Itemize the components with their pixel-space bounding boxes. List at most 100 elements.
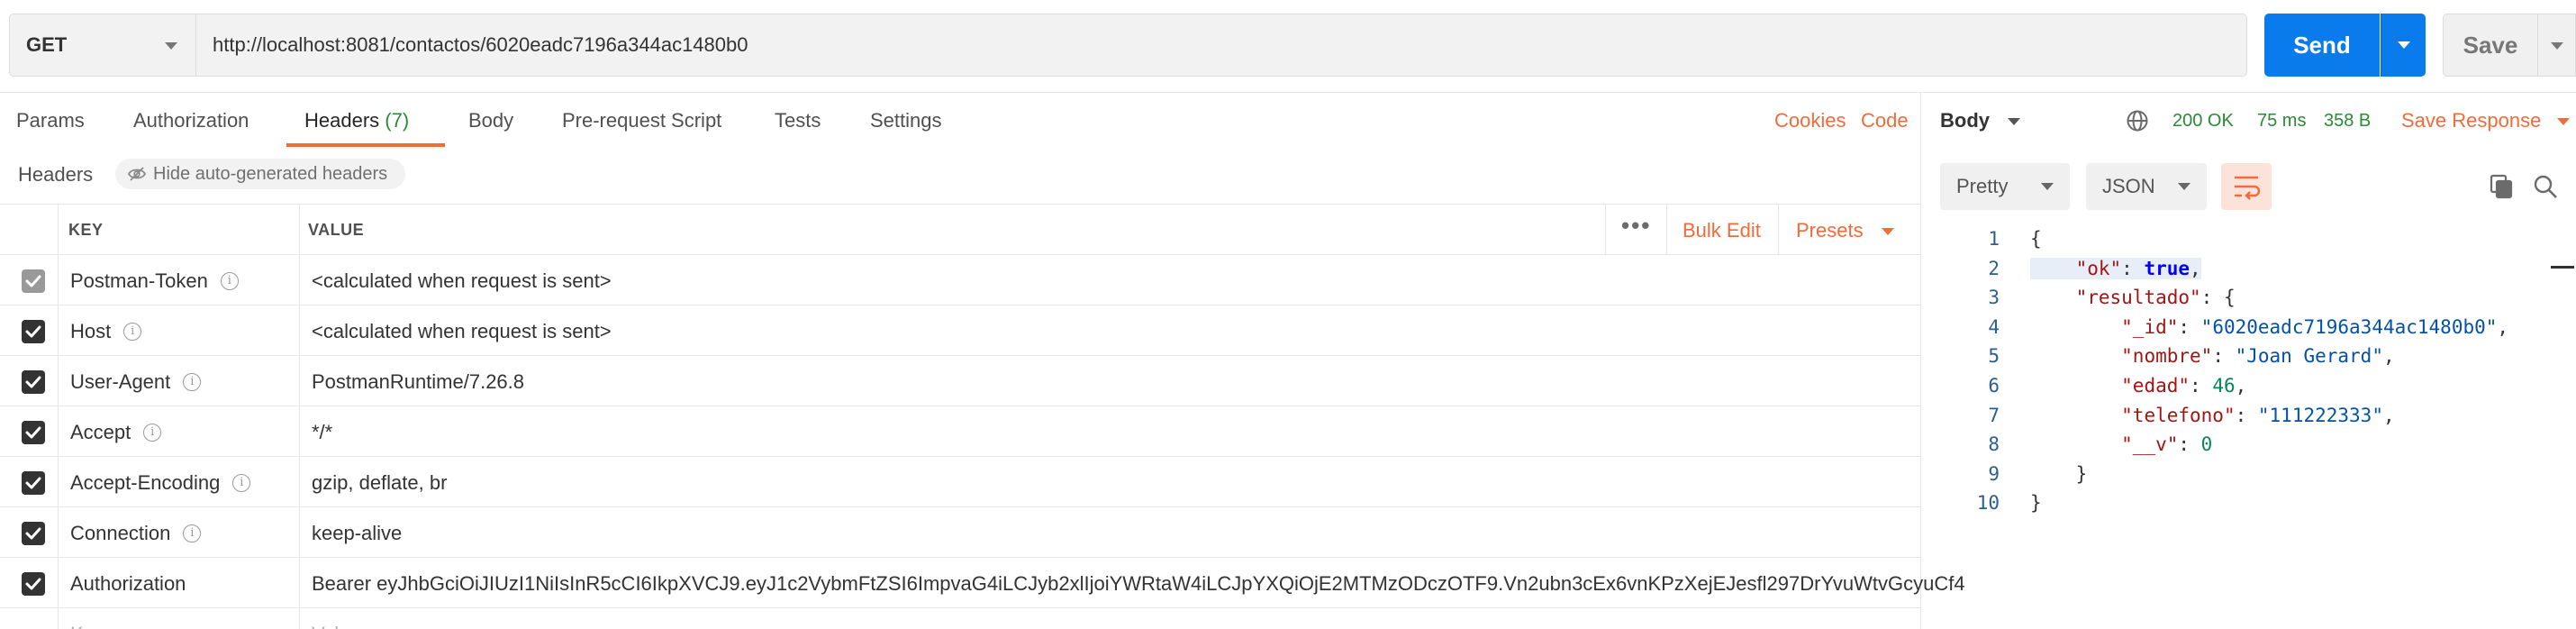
hide-auto-headers-toggle[interactable]: Hide auto-generated headers	[115, 159, 406, 189]
tab-tests[interactable]: Tests	[775, 109, 821, 132]
wrap-lines-button[interactable]	[2221, 163, 2272, 210]
tab-pre-request-script[interactable]: Pre-request Script	[562, 109, 721, 132]
code-line: 3 "resultado": {	[1922, 283, 2576, 313]
new-header-key-input[interactable]: Key	[70, 623, 104, 629]
checkmark-icon	[25, 275, 41, 287]
code-token: "telefono"	[2121, 404, 2236, 426]
table-row: Authorization Bearer eyJhbGciOiJIUzI1NiIs…	[0, 558, 1965, 608]
language-select[interactable]: JSON	[2086, 163, 2207, 210]
code-token: "__v"	[2121, 433, 2179, 456]
header-enabled-checkbox[interactable]	[22, 421, 45, 444]
code-token: ,	[2497, 315, 2509, 338]
header-enabled-checkbox[interactable]	[22, 320, 45, 343]
info-icon[interactable]: i	[123, 323, 142, 341]
tab-authorization[interactable]: Authorization	[133, 109, 249, 132]
info-icon[interactable]: i	[183, 373, 202, 391]
send-options-button[interactable]	[2381, 14, 2426, 77]
copy-icon[interactable]	[2490, 174, 2513, 199]
header-key[interactable]: Postman-Token i	[70, 269, 239, 293]
method-select[interactable]: GET	[9, 14, 196, 77]
code-line: 7 "telefono": "111222333",	[1922, 401, 2576, 431]
tab-settings[interactable]: Settings	[870, 109, 942, 132]
presets-dropdown[interactable]: Presets	[1796, 219, 1894, 242]
column-divider	[1666, 205, 1667, 254]
code-text: "nombre": "Joan Gerard",	[2030, 342, 2394, 371]
header-key-text: Postman-Token	[70, 269, 208, 292]
header-key[interactable]: User-Agent i	[70, 370, 202, 394]
checkmark-icon	[25, 376, 41, 388]
header-enabled-checkbox[interactable]	[22, 522, 45, 545]
tab-headers-count: (7)	[385, 109, 410, 132]
header-value[interactable]: */*	[312, 421, 332, 444]
header-value[interactable]: PostmanRuntime/7.26.8	[312, 370, 524, 394]
header-key[interactable]: Connection i	[70, 522, 202, 545]
checkmark-icon	[25, 325, 41, 338]
tab-params[interactable]: Params	[16, 109, 85, 132]
info-icon[interactable]: i	[232, 474, 251, 492]
save-button[interactable]: Save	[2443, 14, 2538, 77]
request-tabs: Params Authorization Headers (7) Body Pr…	[0, 93, 1921, 147]
save-options-button[interactable]	[2538, 14, 2576, 77]
send-button[interactable]: Send	[2264, 14, 2380, 77]
more-options-icon[interactable]: •••	[1621, 212, 1651, 240]
format-value: Pretty	[1956, 175, 2009, 197]
response-size[interactable]: 358 B	[2324, 111, 2371, 132]
code-link[interactable]: Code	[1861, 109, 1909, 132]
code-token: "nombre"	[2121, 345, 2213, 368]
column-divider	[58, 356, 59, 406]
column-divider	[1778, 205, 1779, 254]
headers-table-body: Postman-Token i <calculated when request i…	[0, 255, 1965, 629]
header-value[interactable]: <calculated when request is sent>	[312, 269, 612, 293]
header-key[interactable]: Accept i	[70, 421, 162, 444]
new-header-value-input[interactable]: Value	[312, 623, 361, 629]
checkmark-icon	[25, 578, 41, 590]
info-icon[interactable]: i	[220, 272, 239, 290]
column-divider	[299, 255, 300, 305]
tab-body[interactable]: Body	[468, 109, 513, 132]
code-token: "111222333"	[2257, 404, 2383, 426]
header-key-text: Authorization	[70, 572, 186, 595]
code-token: }	[2030, 492, 2042, 515]
header-key[interactable]: Authorization	[70, 572, 186, 596]
search-icon[interactable]	[2533, 174, 2558, 199]
code-text: "telefono": "111222333",	[2030, 401, 2394, 431]
headers-title: Headers	[18, 163, 94, 186]
response-time[interactable]: 75 ms	[2257, 111, 2306, 132]
header-value[interactable]: keep-alive	[312, 522, 402, 545]
code-line: 1{	[1922, 224, 2576, 254]
status-code[interactable]: 200 OK	[2172, 111, 2234, 132]
code-line: 10}	[1922, 488, 2576, 518]
header-enabled-checkbox[interactable]	[22, 471, 45, 495]
chevron-down-icon	[2041, 183, 2054, 190]
url-input[interactable]: http://localhost:8081/contactos/6020eadc…	[196, 14, 2247, 77]
cookies-link[interactable]: Cookies	[1774, 109, 1846, 132]
scrollbar-marker[interactable]	[2551, 266, 2574, 269]
tab-headers[interactable]: Headers (7)	[304, 109, 409, 132]
header-key-text: Connection	[70, 522, 171, 544]
info-icon[interactable]: i	[143, 424, 162, 442]
header-enabled-checkbox[interactable]	[22, 572, 45, 596]
header-value[interactable]: gzip, deflate, br	[312, 471, 447, 495]
header-value[interactable]: Bearer eyJhbGciOiJIUzI1NiIsInR5cCI6IkpXV…	[312, 572, 1965, 596]
header-value[interactable]: <calculated when request is sent>	[312, 320, 612, 343]
header-key[interactable]: Host i	[70, 320, 142, 343]
response-body-viewer[interactable]: 1{2 "ok": true, 3 "resultado": {4 "_id": …	[1922, 224, 2576, 518]
response-body-dropdown[interactable]: Body	[1940, 109, 2021, 132]
chevron-down-icon	[2178, 183, 2191, 190]
header-key[interactable]: Accept-Encoding i	[70, 471, 251, 495]
highlighted-text: "ok": true,	[2030, 257, 2201, 279]
bulk-edit-button[interactable]: Bulk Edit	[1683, 219, 1761, 242]
format-select[interactable]: Pretty	[1940, 163, 2070, 210]
checkmark-icon	[25, 426, 41, 439]
code-token: :	[2190, 374, 2213, 397]
header-enabled-checkbox[interactable]	[22, 370, 45, 394]
table-row: Accept i */*	[0, 406, 1921, 457]
checkmark-icon	[25, 527, 41, 540]
save-response-dropdown[interactable]: Save Response	[2401, 109, 2571, 132]
chevron-down-icon	[2557, 118, 2571, 126]
header-enabled-checkbox[interactable]	[22, 269, 45, 293]
url-value: http://localhost:8081/contactos/6020eadc…	[213, 33, 748, 56]
info-icon[interactable]: i	[183, 524, 202, 542]
globe-icon[interactable]	[2126, 109, 2149, 132]
table-row: Host i <calculated when request is sent>	[0, 305, 1921, 356]
